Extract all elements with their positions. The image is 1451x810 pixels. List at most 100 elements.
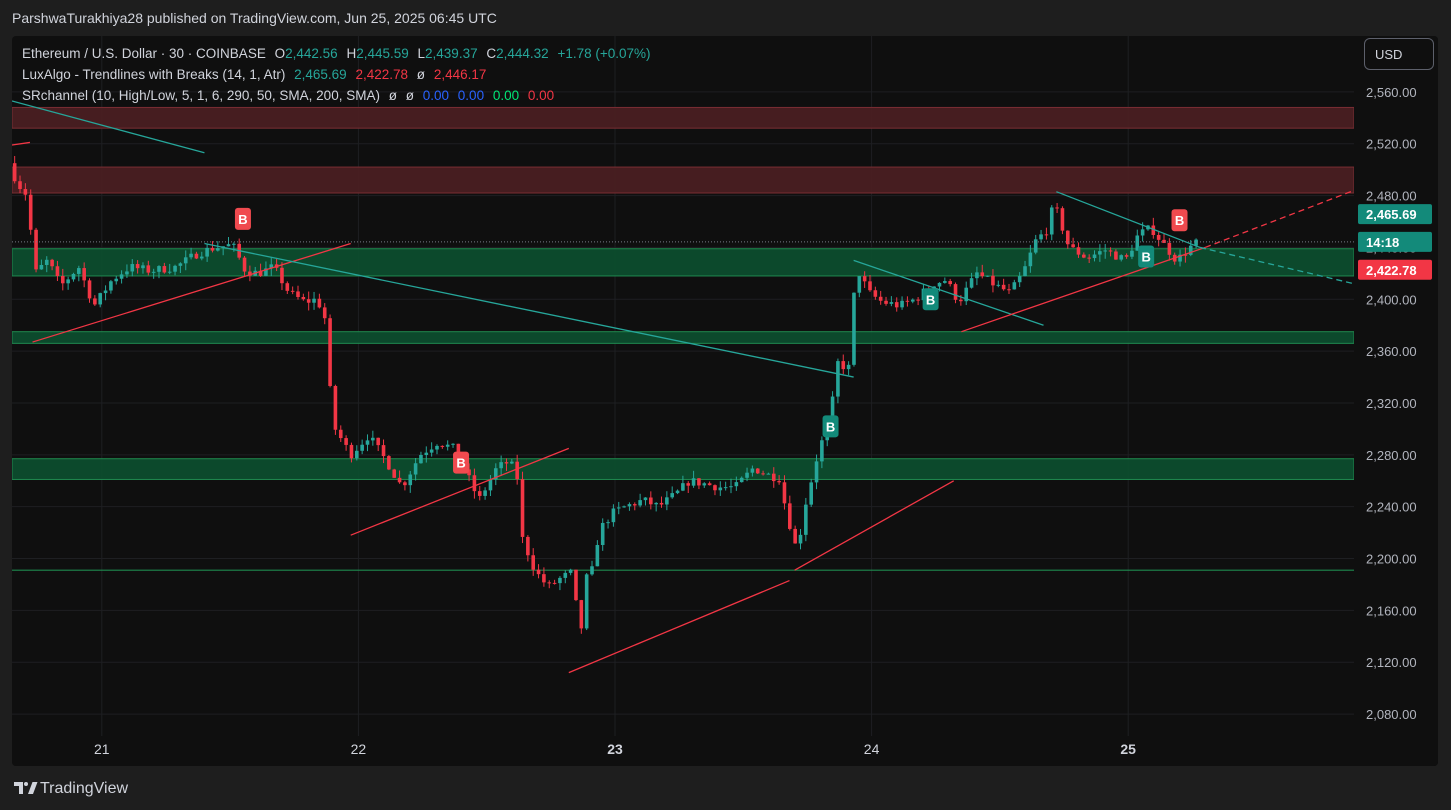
price-tick-label: 2,240.00 (1366, 500, 1417, 515)
candle-body (194, 253, 199, 259)
time-tick-label: 25 (1120, 741, 1136, 757)
candle-body (280, 267, 284, 284)
candle-body (670, 493, 675, 498)
candle-body (66, 279, 70, 284)
chart-panel[interactable]: BBBBBB2,560.002,520.002,480.002,440.002,… (12, 36, 1438, 766)
candle-body (125, 271, 129, 275)
candle-body (365, 440, 370, 445)
footer: TradingView (0, 766, 1451, 810)
candle-body (654, 502, 658, 505)
candle-body (739, 477, 744, 483)
symbol-legend[interactable]: Ethereum / U.S. Dollar · 30 · COINBASE O… (22, 46, 656, 61)
candle-body (574, 569, 578, 601)
candle-body (638, 500, 642, 506)
candle-body (317, 298, 322, 308)
candles (12, 156, 1198, 634)
candle-body (355, 450, 359, 459)
candle-body (1023, 266, 1027, 277)
marker-label: B (1141, 250, 1150, 265)
price-tag-label: 14:18 (1366, 235, 1399, 250)
candle-body (344, 438, 348, 445)
candle-body (606, 522, 610, 524)
candle-body (173, 265, 177, 272)
candle-body (552, 582, 557, 584)
resistance-zone (12, 106, 1355, 129)
luxalgo-title: LuxAlgo - Trendlines with Breaks (14, 1,… (22, 67, 286, 82)
candle-body (338, 429, 343, 439)
candle-body (766, 473, 771, 475)
candle-body (322, 307, 327, 319)
time-tick-label: 21 (94, 741, 110, 757)
candle-body (178, 263, 183, 266)
candle-body (130, 264, 135, 272)
candle-body (146, 265, 151, 273)
marker-label: B (456, 456, 465, 471)
candle-body (157, 266, 161, 272)
luxalgo-value-4: 2,446.17 (433, 67, 487, 82)
marker-label: B (238, 212, 247, 227)
candle-body (189, 253, 193, 258)
candle-body (841, 361, 846, 370)
candle-body (771, 473, 776, 482)
candle-body (103, 290, 108, 294)
candle-body (798, 534, 803, 544)
candle-body (1065, 230, 1070, 245)
luxalgo-legend[interactable]: LuxAlgo - Trendlines with Breaks (14, 1,… (22, 67, 491, 82)
srchannel-value-4: 0.00 (527, 88, 555, 103)
candle-body (403, 482, 407, 486)
candle-body (702, 483, 707, 486)
srchannel-na-1: ø (388, 88, 397, 103)
candle-body (1007, 289, 1011, 291)
candle-body (1049, 207, 1054, 235)
resistance-zone (12, 166, 1355, 194)
time-axis-panel (12, 736, 1438, 766)
candle-body (622, 506, 626, 508)
candle-body (210, 247, 215, 251)
candle-body (167, 271, 172, 273)
price-tick-label: 2,560.00 (1366, 85, 1417, 100)
price-tick-label: 2,400.00 (1366, 292, 1417, 307)
candle-body (349, 444, 354, 459)
candle-body (884, 300, 888, 304)
price-chart[interactable]: BBBBBB2,560.002,520.002,480.002,440.002,… (12, 36, 1438, 766)
price-tick-label: 2,480.00 (1366, 189, 1417, 204)
time-tick-label: 24 (864, 741, 880, 757)
candle-body (520, 479, 525, 537)
candle-body (713, 485, 717, 491)
candle-body (1098, 251, 1102, 255)
candle-body (755, 468, 760, 474)
candle-body (675, 490, 680, 494)
marker-label: B (826, 419, 835, 434)
candle-body (916, 299, 920, 301)
price-tick-label: 2,320.00 (1366, 396, 1417, 411)
tradingview-logo-icon[interactable] (14, 780, 38, 796)
candle-body (109, 281, 113, 291)
candle-body (28, 194, 33, 230)
candle-body (568, 569, 573, 573)
candle-body (445, 444, 450, 447)
candle-body (542, 574, 546, 583)
srchannel-legend[interactable]: SRchannel (10, High/Low, 5, 1, 6, 290, 5… (22, 88, 559, 103)
candle-body (959, 299, 963, 302)
candle-body (451, 443, 455, 445)
candle-body (943, 281, 947, 283)
candle-body (846, 364, 851, 370)
candle-body (50, 259, 54, 267)
candle-body (1103, 250, 1108, 252)
candle-body (563, 572, 568, 578)
open-value: 2,442.56 (285, 46, 338, 61)
candle-body (162, 266, 167, 273)
candle-body (1039, 234, 1043, 240)
candle-body (836, 361, 840, 397)
tradingview-brand[interactable]: TradingView (40, 780, 128, 798)
price-tick-label: 2,520.00 (1366, 137, 1417, 152)
candle-body (1130, 250, 1134, 257)
luxalgo-value-2: 2,422.78 (355, 67, 409, 82)
candle-body (1114, 251, 1118, 260)
candle-body (526, 536, 530, 556)
candle-body (1156, 234, 1161, 240)
price-tag-green: 2,465.69 (1358, 204, 1432, 225)
candle-body (691, 478, 696, 486)
candle-body (1076, 247, 1081, 255)
currency-button[interactable]: USD (1364, 38, 1434, 70)
